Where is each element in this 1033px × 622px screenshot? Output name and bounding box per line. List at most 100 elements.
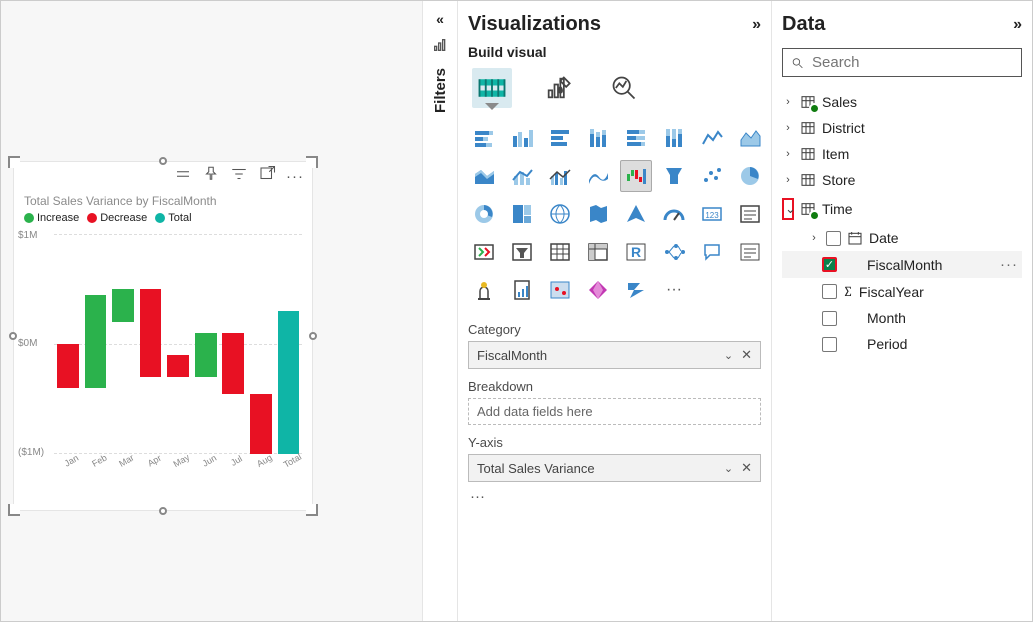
viz-type-matrix[interactable] — [582, 236, 614, 268]
viz-type-card[interactable]: 123 — [696, 198, 728, 230]
chevron-down-icon[interactable]: ⌄ — [724, 462, 733, 475]
table-district[interactable]: › District — [782, 115, 1022, 141]
bar-jul[interactable] — [220, 234, 246, 454]
bar-jun[interactable] — [193, 234, 219, 454]
expand-filters-icon[interactable]: « — [436, 11, 444, 27]
viz-type-gauge[interactable] — [658, 198, 690, 230]
viz-type-stacked-column[interactable] — [582, 122, 614, 154]
resize-handle-s[interactable] — [159, 507, 167, 515]
viz-type-line[interactable] — [696, 122, 728, 154]
chevron-right-icon[interactable]: › — [782, 96, 794, 108]
pin-icon[interactable] — [202, 165, 220, 188]
viz-type-donut[interactable] — [468, 198, 500, 230]
chevron-right-icon[interactable]: › — [782, 174, 794, 186]
format-visual-tab[interactable] — [538, 68, 578, 108]
resize-handle-n[interactable] — [159, 157, 167, 165]
bar-jan[interactable] — [55, 234, 81, 454]
field-month[interactable]: Month — [782, 305, 1022, 331]
viz-type-ribbon[interactable] — [582, 160, 614, 192]
table-time[interactable]: ⌄ Time — [782, 193, 1022, 225]
focus-mode-icon[interactable] — [258, 165, 276, 188]
more-options-icon[interactable]: ··· — [286, 168, 304, 185]
viz-type-line-clustered-column[interactable] — [544, 160, 576, 192]
viz-type-qa[interactable] — [696, 236, 728, 268]
checkbox-period[interactable] — [822, 337, 837, 352]
viz-type-treemap[interactable] — [506, 198, 538, 230]
viz-type-smart-narrative[interactable] — [734, 236, 766, 268]
viz-type-goals[interactable] — [468, 274, 500, 306]
legend-increase[interactable]: Increase — [24, 212, 79, 224]
bar-apr[interactable] — [138, 234, 164, 454]
viz-type-line-stacked-column[interactable] — [506, 160, 538, 192]
drag-grip-icon[interactable] — [174, 165, 192, 188]
bar-feb[interactable] — [83, 234, 109, 454]
viz-type-more[interactable]: ··· — [658, 274, 690, 306]
filter-icon[interactable] — [230, 165, 248, 188]
bar-aug[interactable] — [248, 234, 274, 454]
field-period[interactable]: Period — [782, 331, 1022, 357]
filters-pane-collapsed[interactable]: « Filters — [422, 1, 458, 621]
chevron-down-icon[interactable]: ⌄ — [724, 349, 733, 362]
bar-may[interactable] — [165, 234, 191, 454]
collapse-visualizations-icon[interactable]: » — [752, 16, 761, 34]
viz-type-100-stacked-bar[interactable] — [620, 122, 652, 154]
viz-type-paginated[interactable] — [506, 274, 538, 306]
report-canvas[interactable]: ··· Total Sales Variance by FiscalMonth … — [1, 1, 422, 621]
field-more-icon[interactable]: ··· — [1000, 256, 1018, 273]
viz-type-clustered-column[interactable] — [506, 122, 538, 154]
remove-field-icon[interactable]: ✕ — [741, 347, 752, 363]
resize-handle-se[interactable] — [306, 504, 318, 516]
table-sales[interactable]: › Sales — [782, 89, 1022, 115]
viz-type-100-stacked-column[interactable] — [658, 122, 690, 154]
viz-type-scatter[interactable] — [696, 160, 728, 192]
viz-type-stacked-bar-h[interactable] — [544, 122, 576, 154]
viz-type-kpi[interactable] — [468, 236, 500, 268]
field-date[interactable]: › Date — [782, 225, 1022, 251]
table-store[interactable]: › Store — [782, 167, 1022, 193]
viz-type-pie[interactable] — [734, 160, 766, 192]
resize-handle-e[interactable] — [309, 332, 317, 340]
build-visual-tab[interactable] — [472, 68, 512, 108]
field-fiscalyear[interactable]: ∑ FiscalYear — [782, 278, 1022, 305]
yaxis-field-well[interactable]: Total Sales Variance ⌄ ✕ — [468, 454, 761, 482]
viz-type-waterfall[interactable] — [620, 160, 652, 192]
checkbox-fiscalmonth[interactable]: ✓ — [822, 257, 837, 272]
legend-total[interactable]: Total — [155, 212, 191, 224]
viz-type-r-visual[interactable]: R — [620, 236, 652, 268]
more-fields-icon[interactable]: ··· — [468, 482, 761, 511]
analytics-tab[interactable] — [604, 68, 644, 108]
viz-type-area[interactable] — [734, 122, 766, 154]
breakdown-field-well[interactable]: Add data fields here — [468, 398, 761, 425]
viz-type-funnel[interactable] — [658, 160, 690, 192]
viz-type-table[interactable] — [544, 236, 576, 268]
field-fiscalmonth[interactable]: ✓ FiscalMonth ··· — [782, 251, 1022, 278]
viz-type-filled-map[interactable] — [582, 198, 614, 230]
viz-type-multi-row-card[interactable] — [734, 198, 766, 230]
viz-type-stacked-area[interactable] — [468, 160, 500, 192]
checkbox-fiscalyear[interactable] — [822, 284, 837, 299]
resize-handle-w[interactable] — [9, 332, 17, 340]
search-field[interactable] — [782, 48, 1022, 77]
checkbox-date[interactable] — [826, 231, 841, 246]
bar-total[interactable] — [276, 234, 302, 454]
bar-mar[interactable] — [110, 234, 136, 454]
chevron-right-icon[interactable]: › — [782, 148, 794, 160]
chevron-right-icon[interactable]: › — [782, 122, 794, 134]
collapse-data-icon[interactable]: » — [1013, 16, 1022, 34]
search-input[interactable] — [810, 53, 1013, 72]
viz-type-power-apps[interactable] — [582, 274, 614, 306]
resize-handle-sw[interactable] — [8, 504, 20, 516]
viz-type-power-automate[interactable] — [620, 274, 652, 306]
resize-handle-nw[interactable] — [8, 156, 20, 168]
chevron-right-icon[interactable]: › — [808, 232, 820, 244]
table-item[interactable]: › Item — [782, 141, 1022, 167]
viz-type-stacked-bar[interactable] — [468, 122, 500, 154]
viz-type-map[interactable] — [544, 198, 576, 230]
checkbox-month[interactable] — [822, 311, 837, 326]
viz-type-arcgis[interactable] — [544, 274, 576, 306]
remove-field-icon[interactable]: ✕ — [741, 460, 752, 476]
viz-type-azure-map[interactable] — [620, 198, 652, 230]
viz-type-decomposition-tree[interactable] — [658, 236, 690, 268]
category-field-well[interactable]: FiscalMonth ⌄ ✕ — [468, 341, 761, 369]
visual-card[interactable]: ··· Total Sales Variance by FiscalMonth … — [13, 161, 313, 511]
